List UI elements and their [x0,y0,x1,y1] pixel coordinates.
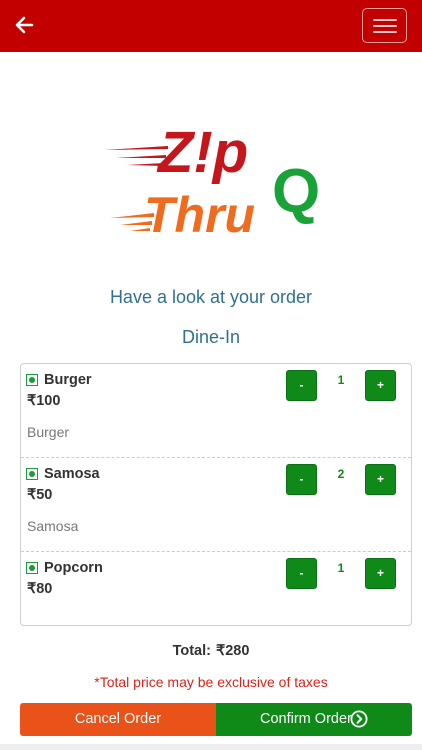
item-name: Samosa [44,466,100,482]
increase-quantity-button[interactable]: + [365,370,396,401]
item-name: Popcorn [44,560,103,576]
item-quantity: 1 [337,373,345,387]
item-quantity: 1 [337,561,345,575]
hamburger-bar [373,25,397,27]
confirm-order-label: Confirm Order [260,711,352,727]
zipthru-logo: Z!p Thru Q [104,120,320,240]
order-item: Samosa ₹50 Samosa - 2 + [21,458,411,552]
hamburger-bar [373,31,397,33]
item-description: Samosa [27,518,79,534]
item-price: ₹50 [27,487,53,503]
increase-quantity-button[interactable]: + [365,558,396,589]
item-price: ₹100 [27,393,61,409]
veg-indicator-icon [26,468,38,480]
veg-indicator-icon [26,562,38,574]
arrow-left-icon [15,16,34,34]
order-type: Dine-In [181,327,241,347]
circle-chevron-right-icon [350,710,368,728]
order-item: Burger ₹100 Burger - 1 + [21,364,411,458]
back-button[interactable] [12,12,38,38]
top-navbar [0,0,422,52]
decrease-quantity-button[interactable]: - [286,558,317,589]
item-quantity: 2 [337,467,345,481]
item-description: Burger [27,424,70,440]
logo-q: Q [272,157,320,226]
hamburger-menu-icon [373,19,397,21]
page-title: Have a look at your order [109,287,313,307]
total-label: Total: [172,643,211,659]
menu-button[interactable] [362,8,407,43]
veg-indicator-icon [26,374,38,386]
logo-thru: Thru [144,187,255,240]
item-name: Burger [44,372,92,388]
logo-zip: Z!p [156,120,248,185]
order-items-panel: Burger ₹100 Burger - 1 + Samosa ₹50 Samo… [20,363,412,626]
cancel-order-button[interactable]: Cancel Order [20,703,216,736]
decrease-quantity-button[interactable]: - [286,370,317,401]
total-amount: ₹280 [215,643,250,659]
tax-disclaimer: *Total price may be exclusive of taxes [94,674,328,690]
increase-quantity-button[interactable]: + [365,464,396,495]
bottom-strip [0,744,422,750]
order-item: Popcorn ₹80 - 1 + [21,552,411,625]
item-price: ₹80 [27,581,53,597]
order-total: Total: ₹280 [0,643,422,659]
confirm-order-button[interactable]: Confirm Order [216,703,412,736]
decrease-quantity-button[interactable]: - [286,464,317,495]
